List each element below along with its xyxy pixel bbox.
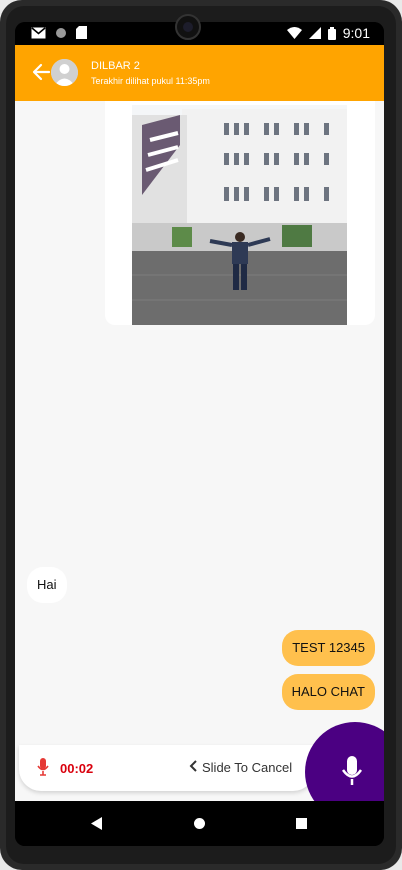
chat-message-list[interactable]: Hai TEST 12345 HALO CHAT <box>15 101 384 801</box>
chat-header: DILBAR 2 Terakhir dilihat pukul 11:35pm <box>15 45 384 101</box>
signal-icon <box>308 27 321 39</box>
circle-icon <box>56 27 66 38</box>
contact-name[interactable]: DILBAR 2 <box>91 60 140 72</box>
system-nav-bar <box>15 801 384 846</box>
nav-home-icon[interactable] <box>194 818 205 829</box>
battery-icon <box>327 26 336 40</box>
status-time: 9:01 <box>342 25 370 41</box>
last-seen-status: Terakhir dilihat pukul 11:35pm <box>91 76 210 86</box>
default-avatar-icon <box>51 59 78 86</box>
message-text: TEST 12345 <box>292 640 365 655</box>
chevron-left-icon <box>189 760 197 772</box>
sd-card-icon <box>76 26 87 39</box>
outgoing-message-bubble[interactable]: HALO CHAT <box>281 674 375 710</box>
voice-recording-bar: 00:02 Slide To Cancel <box>19 745 315 791</box>
wifi-icon <box>286 27 302 39</box>
recording-mic-icon <box>37 758 49 776</box>
outgoing-message-bubble[interactable]: TEST 12345 <box>282 630 375 666</box>
image-message-bubble[interactable] <box>105 101 375 325</box>
phone-screen: 9:01 DILBAR 2 Terakhir dilihat pukul 11:… <box>15 22 384 846</box>
message-text: Hai <box>37 577 57 592</box>
nav-recents-icon[interactable] <box>296 818 307 829</box>
nav-back-icon[interactable] <box>91 817 103 830</box>
arrow-back-icon[interactable] <box>31 62 51 82</box>
slide-to-cancel-label[interactable]: Slide To Cancel <box>202 760 292 775</box>
front-camera <box>175 14 201 40</box>
contact-avatar[interactable] <box>51 59 78 86</box>
mic-icon <box>341 756 363 785</box>
photo-image[interactable] <box>132 105 347 325</box>
message-text: HALO CHAT <box>291 684 365 699</box>
recording-timer: 00:02 <box>60 761 94 776</box>
gmail-icon <box>31 26 46 38</box>
incoming-message-bubble[interactable]: Hai <box>27 567 67 603</box>
